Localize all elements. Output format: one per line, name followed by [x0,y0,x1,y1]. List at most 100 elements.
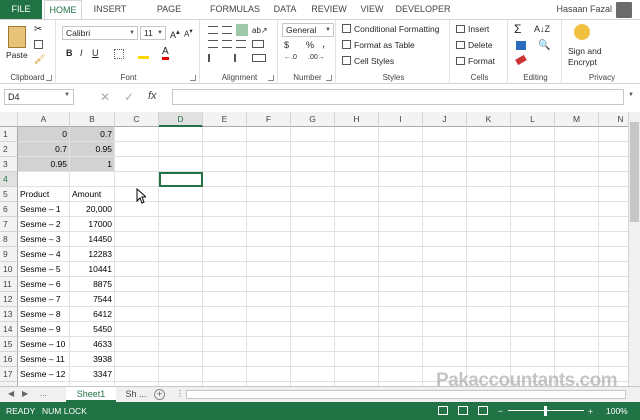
cell-j8[interactable] [423,232,467,247]
tab-review[interactable]: REVIEW [308,0,350,19]
cell-h1[interactable] [335,127,379,142]
conditional-formatting-button[interactable]: Conditional Formatting [354,24,440,34]
cell-m6[interactable] [555,202,599,217]
cell-l4[interactable] [511,172,555,187]
fill-color-icon[interactable] [138,48,149,59]
cell-l2[interactable] [511,142,555,157]
cell-m7[interactable] [555,217,599,232]
grow-font-icon[interactable]: A▴ [170,27,180,40]
cell-d8[interactable] [159,232,203,247]
cell-n13[interactable] [599,307,628,322]
cell-b16[interactable]: 3938 [70,352,115,367]
cell-d3[interactable] [159,157,203,172]
cell-f16[interactable] [247,352,291,367]
cell-l1[interactable] [511,127,555,142]
cell-g16[interactable] [291,352,335,367]
cell-l16[interactable] [511,352,555,367]
cell-h8[interactable] [335,232,379,247]
column-header-i[interactable]: I [379,112,423,127]
column-header-b[interactable]: B [70,112,115,127]
increase-decimal-icon[interactable]: ←.0 [284,54,297,61]
cell-l3[interactable] [511,157,555,172]
cell-n1[interactable] [599,127,628,142]
tab-file[interactable]: FILE [0,0,42,19]
sort-filter-icon[interactable]: A↓Z [534,24,550,34]
cell-d9[interactable] [159,247,203,262]
middle-align-icon[interactable] [222,26,232,34]
format-as-table-button[interactable]: Format as Table [354,40,415,50]
column-header-d[interactable]: D [159,112,203,127]
cell-b14[interactable]: 5450 [70,322,115,337]
increase-indent-icon[interactable] [224,54,236,62]
number-launcher-icon[interactable] [326,75,332,81]
cell-d14[interactable] [159,322,203,337]
cell-j16[interactable] [423,352,467,367]
merge-center-icon[interactable] [252,54,266,62]
column-header-a[interactable]: A [18,112,70,127]
cell-h5[interactable] [335,187,379,202]
cell-e14[interactable] [203,322,247,337]
cell-c11[interactable] [115,277,159,292]
row-header[interactable]: 11 [0,277,18,292]
encrypt-label[interactable]: Encrypt [568,57,597,67]
cell-j5[interactable] [423,187,467,202]
tab-insert[interactable]: INSERT [88,0,132,19]
copy-icon[interactable] [34,40,43,49]
align-left-icon[interactable] [208,40,218,48]
cell-h7[interactable] [335,217,379,232]
cell-n3[interactable] [599,157,628,172]
formula-input[interactable] [172,89,624,105]
cell-k15[interactable] [467,337,511,352]
cell-n9[interactable] [599,247,628,262]
row-header[interactable]: 1 [0,127,18,142]
cell-h14[interactable] [335,322,379,337]
zoom-slider-thumb[interactable] [544,406,547,416]
cell-b8[interactable]: 14450 [70,232,115,247]
cell-m8[interactable] [555,232,599,247]
zoom-level[interactable]: 100% [606,402,628,420]
cell-k10[interactable] [467,262,511,277]
cell-f8[interactable] [247,232,291,247]
enter-icon[interactable]: ✓ [124,90,134,104]
font-size-combo[interactable]: 11 ▼ [140,26,166,40]
column-header-f[interactable]: F [247,112,291,127]
cell-k7[interactable] [467,217,511,232]
cell-j11[interactable] [423,277,467,292]
cell-g15[interactable] [291,337,335,352]
cell-f7[interactable] [247,217,291,232]
cell-i17[interactable] [379,367,423,382]
cell-n4[interactable] [599,172,628,187]
font-launcher-icon[interactable] [190,75,196,81]
row-header[interactable]: 4 [0,172,18,187]
cell-m2[interactable] [555,142,599,157]
tab-data[interactable]: DATA [268,0,302,19]
autosum-icon[interactable]: Σ [514,22,521,36]
cell-m15[interactable] [555,337,599,352]
cell-d2[interactable] [159,142,203,157]
cell-d17[interactable] [159,367,203,382]
cell-e4[interactable] [203,172,247,187]
insert-function-icon[interactable]: fx [148,90,157,102]
cell-g2[interactable] [291,142,335,157]
cell-f9[interactable] [247,247,291,262]
cell-j10[interactable] [423,262,467,277]
avatar[interactable] [616,2,632,18]
cell-i4[interactable] [379,172,423,187]
cell-i15[interactable] [379,337,423,352]
cell-h4[interactable] [335,172,379,187]
cell-n6[interactable] [599,202,628,217]
scroll-thumb[interactable] [630,122,639,222]
decrease-decimal-icon[interactable]: .00→ [308,54,325,61]
cell-a10[interactable]: Sesme – 5 [18,262,70,277]
row-header[interactable]: 6 [0,202,18,217]
cell-g12[interactable] [291,292,335,307]
clipboard-launcher-icon[interactable] [46,75,52,81]
column-header-m[interactable]: M [555,112,599,127]
cell-c10[interactable] [115,262,159,277]
cell-b15[interactable]: 4633 [70,337,115,352]
cell-h2[interactable] [335,142,379,157]
cell-b10[interactable]: 10441 [70,262,115,277]
cell-m4[interactable] [555,172,599,187]
row-header[interactable]: 3 [0,157,18,172]
cell-k13[interactable] [467,307,511,322]
